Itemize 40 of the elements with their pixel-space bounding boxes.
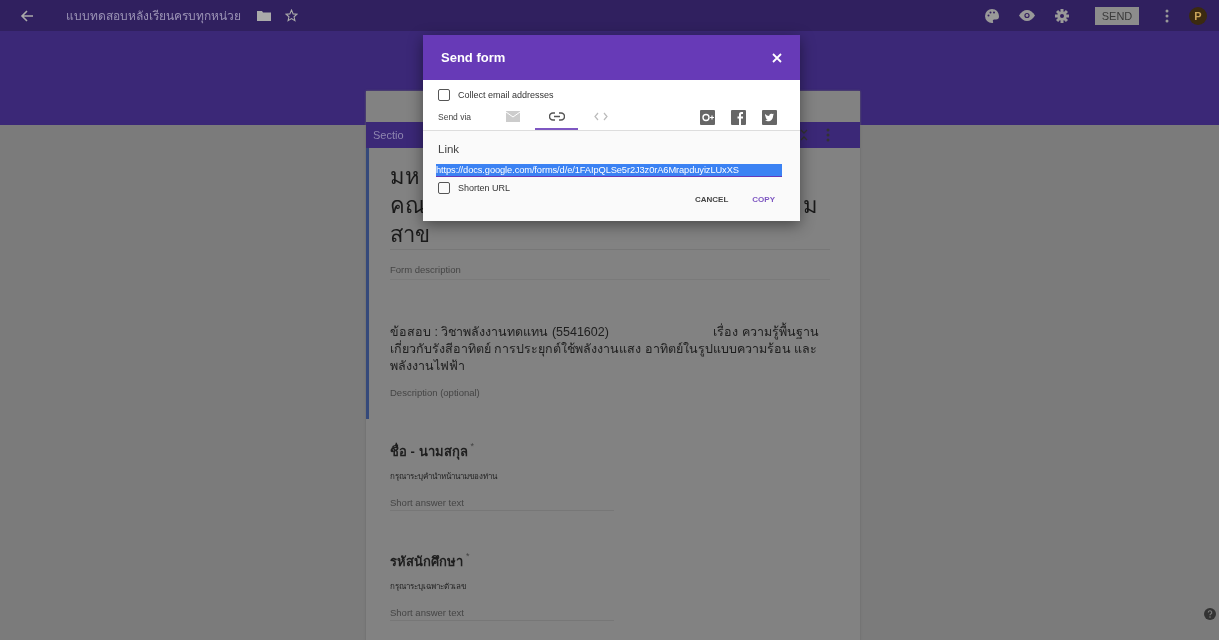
checkbox[interactable] xyxy=(438,182,450,194)
question-description: กรุณาระบุคำนำหน้านามของท่าน xyxy=(390,471,499,483)
send-via-label: Send via xyxy=(438,112,473,122)
help-icon[interactable] xyxy=(1204,608,1216,620)
link-field[interactable]: https://docs.google.com/forms/d/e/1FAIpQLSe5r2J3z0rA6MrapduyizLUxXS xyxy=(436,164,782,177)
avatar[interactable]: P xyxy=(1189,6,1207,25)
form-heading: คณ xyxy=(390,192,425,220)
question-title: ชื่อ - นามสกุล xyxy=(390,441,468,462)
checkbox-label: Collect email addresses xyxy=(458,90,554,100)
folder-icon[interactable] xyxy=(257,10,271,21)
more-options-icon[interactable] xyxy=(1165,8,1169,23)
required-mark: * xyxy=(470,441,475,453)
google-plus-icon[interactable] xyxy=(700,109,715,125)
section-tab[interactable]: Sectio xyxy=(373,129,404,141)
code-icon xyxy=(593,111,608,121)
form-title[interactable]: แบบทดสอบหลังเรียนครบทุกหน่วย xyxy=(66,6,241,25)
back-arrow-icon[interactable] xyxy=(20,8,34,23)
dialog-title: Send form xyxy=(441,50,506,65)
form-heading: ม xyxy=(803,192,818,220)
form-heading: สาข xyxy=(390,221,430,249)
link-icon xyxy=(548,111,565,121)
close-icon[interactable] xyxy=(772,52,782,63)
settings-icon[interactable] xyxy=(1055,8,1069,23)
envelope-icon xyxy=(505,110,520,122)
required-mark: * xyxy=(466,551,470,563)
palette-icon[interactable] xyxy=(985,8,999,23)
copy-button[interactable]: COPY xyxy=(742,190,785,209)
question-title: รหัสนักศึกษา xyxy=(390,553,463,571)
cancel-button[interactable]: CANCEL xyxy=(685,190,739,209)
twitter-icon[interactable] xyxy=(762,109,777,125)
section-text: ข้อสอบ : วิชาพลังงานทดแทน (5541602) เรื่อง ความรู้พื้นฐานเกี่ยวกับรังสีอาทิตย์ การประยุกต์ใช้พลังงานแสง อาทิตย์ในรูปแบบความร้อน และ พลังงานไฟฟ้า xyxy=(390,324,838,375)
send-button[interactable]: SEND xyxy=(1095,6,1139,25)
checkbox[interactable] xyxy=(438,89,450,101)
question-description: กรุณาระบุเฉพาะตัวเลข xyxy=(390,581,467,593)
eye-icon[interactable] xyxy=(1019,10,1035,21)
link-heading: Link xyxy=(438,143,461,155)
star-icon[interactable] xyxy=(285,9,298,22)
facebook-icon[interactable] xyxy=(731,109,746,125)
checkbox-label: Shorten URL xyxy=(458,183,511,193)
form-heading: มห xyxy=(390,163,420,191)
